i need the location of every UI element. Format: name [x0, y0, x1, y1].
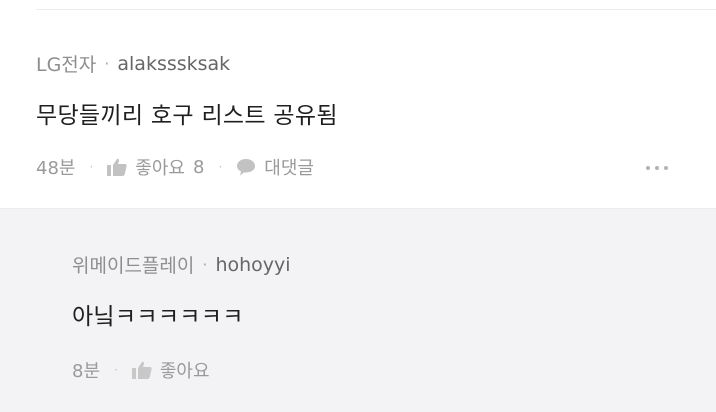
action-separator: ·: [114, 363, 118, 377]
reply-label: 대댓글: [264, 158, 314, 179]
reply-like-button[interactable]: 좋아요: [131, 357, 210, 383]
meta-separator: ·: [104, 54, 110, 73]
comment-reply-button[interactable]: 대댓글: [236, 154, 314, 180]
comment-text: 무당들끼리 호구 리스트 공유됨: [36, 103, 338, 129]
reply-comment: 위메이드플레이 · hohoyyi 아닠ㅋㅋㅋㅋㅋㅋ 8분 · 좋아요: [0, 208, 716, 412]
reply-time: 8분: [72, 361, 101, 382]
comment-time: 48분: [36, 158, 76, 179]
comment-org: LG전자: [36, 54, 97, 76]
comment-thread: LG전자 · alaksssksak 무당들끼리 호구 리스트 공유됨 48분 …: [0, 0, 716, 412]
like-label: 좋아요: [135, 158, 185, 179]
like-label: 좋아요: [159, 361, 210, 382]
action-separator: ·: [89, 160, 94, 174]
reply-meta: 위메이드플레이 · hohoyyi: [72, 251, 291, 278]
speech-bubble-icon: [237, 159, 256, 176]
action-separator: ·: [218, 160, 223, 174]
comment-like-button[interactable]: 좋아요 8: [107, 154, 204, 180]
comment-username[interactable]: alaksssksak: [117, 53, 230, 75]
meta-separator: ·: [202, 255, 208, 274]
reply-actions: 8분 · 좋아요: [72, 357, 210, 383]
comment-actions: 48분 · 좋아요 8 · 대댓글: [36, 154, 314, 180]
comment-meta: LG전자 · alaksssksak: [36, 50, 230, 77]
thumbs-up-icon: [107, 158, 127, 176]
thumbs-up-icon: [131, 361, 152, 379]
comment: LG전자 · alaksssksak 무당들끼리 호구 리스트 공유됨 48분 …: [0, 10, 716, 208]
more-dots-icon[interactable]: [646, 166, 668, 170]
reply-text: 아닠ㅋㅋㅋㅋㅋㅋ: [72, 304, 244, 330]
like-count: 8: [192, 156, 205, 178]
reply-org: 위메이드플레이: [72, 255, 195, 277]
reply-username[interactable]: hohoyyi: [215, 254, 290, 276]
